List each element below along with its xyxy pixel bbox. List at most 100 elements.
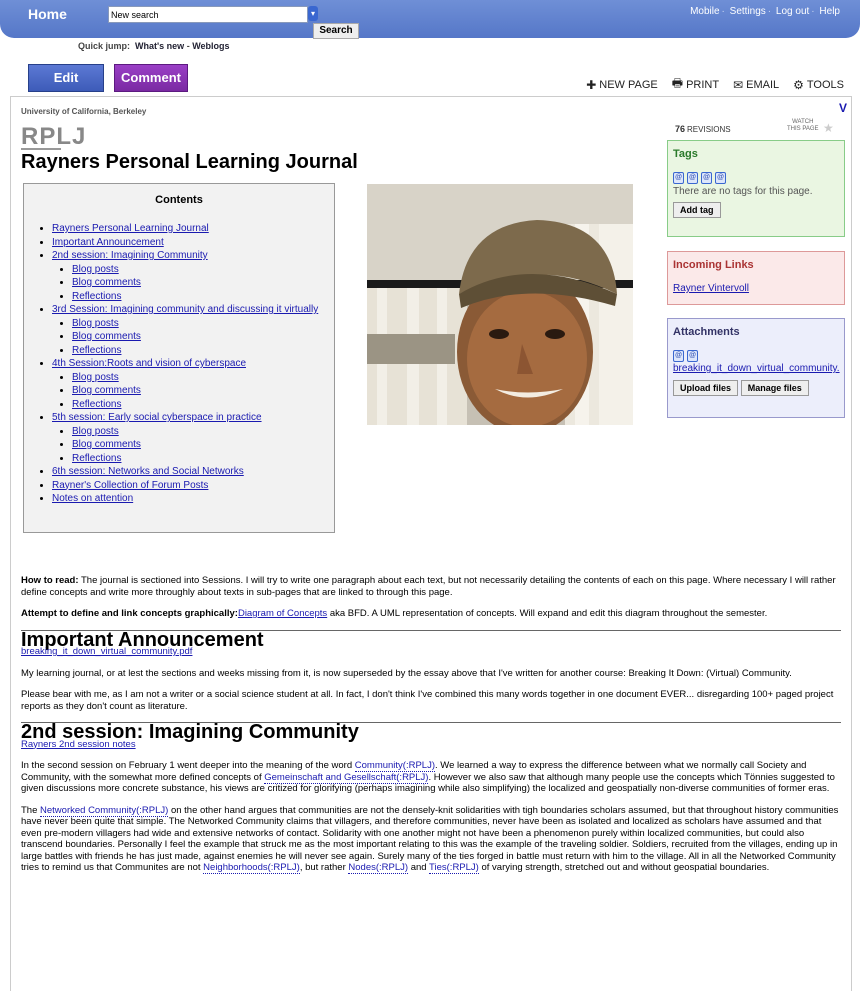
text-run: , but rather bbox=[299, 862, 349, 873]
session-2-notes-link[interactable]: Rayners 2nd session notes bbox=[21, 739, 136, 750]
edit-button[interactable]: Edit bbox=[28, 64, 104, 92]
print-label: PRINT bbox=[686, 78, 720, 91]
attachment-tool-icon[interactable]: @ bbox=[673, 350, 684, 362]
toc-sublink[interactable]: Blog comments bbox=[72, 439, 141, 450]
toc-item: Rayners Personal Learning Journal bbox=[52, 222, 334, 236]
toc-sublink[interactable]: Blog posts bbox=[72, 318, 119, 329]
community-link[interactable]: Community(:RPLJ) bbox=[354, 760, 436, 772]
region-name: University of California, Berkeley bbox=[21, 107, 147, 116]
watch-page[interactable]: WATCH THIS PAGE bbox=[787, 119, 819, 133]
user-links: Mobile · Settings · Log out · Help bbox=[690, 6, 840, 17]
toc-sublink[interactable]: Blog posts bbox=[72, 426, 119, 437]
toc-link[interactable]: Notes on attention bbox=[52, 493, 133, 504]
plus-icon: ✚ bbox=[586, 77, 597, 92]
toc-subitem: Blog posts bbox=[72, 371, 334, 385]
announcement-paragraph-1: My learning journal, or at lest the sect… bbox=[21, 667, 792, 679]
manage-files-button[interactable]: Manage files bbox=[740, 380, 809, 396]
toc-link[interactable]: Important Announcement bbox=[52, 237, 164, 248]
tag-tool-icon[interactable]: @ bbox=[673, 172, 684, 184]
watch-label-2: THIS PAGE bbox=[787, 126, 819, 132]
tags-box: Tags @ @ @ @ There are no tags for this pag… bbox=[667, 140, 845, 237]
text-run: and bbox=[408, 862, 430, 873]
home-link[interactable]: Home bbox=[28, 6, 67, 22]
toc-sublink[interactable]: Blog comments bbox=[72, 277, 141, 288]
tag-tool-icon[interactable]: @ bbox=[715, 172, 726, 184]
incoming-link[interactable]: Rayner Vintervoll bbox=[673, 283, 749, 294]
logout-link[interactable]: Log out bbox=[776, 6, 809, 17]
session-2-paragraph-1: In the second session on February 1 went… bbox=[21, 760, 841, 795]
toc-sublink[interactable]: Blog comments bbox=[72, 385, 141, 396]
incoming-links-title: Incoming Links bbox=[673, 259, 754, 271]
toc-link[interactable]: 5th session: Early social cyberspace in … bbox=[52, 412, 262, 423]
top-bar: Home ▾ Search Mobile· Settings· Log out·… bbox=[0, 0, 860, 39]
email-icon: ✉ bbox=[733, 77, 744, 92]
ties-link[interactable]: Ties(:RPLJ) bbox=[429, 862, 479, 874]
toc-sublink[interactable]: Reflections bbox=[72, 291, 121, 302]
search-button[interactable]: Search bbox=[313, 23, 359, 39]
tag-tool-icon[interactable]: @ bbox=[701, 172, 712, 184]
text-run: of varying strength, stretched out and w… bbox=[478, 862, 770, 873]
toc-sublink[interactable]: Blog posts bbox=[72, 372, 119, 383]
revision-number: 76 bbox=[675, 124, 686, 134]
diagram-link[interactable]: Diagram of Concepts bbox=[238, 608, 327, 619]
tools-action[interactable]: ⚙ TOOLS bbox=[793, 74, 844, 95]
photo-image bbox=[367, 184, 633, 425]
announcement-pdf-link[interactable]: breaking_it_down_virtual_community.pdf bbox=[21, 646, 192, 657]
upload-files-button[interactable]: Upload files bbox=[673, 380, 739, 396]
networked-community-link[interactable]: Networked Community(:RPLJ) bbox=[40, 804, 169, 817]
whats-new-link[interactable]: What's new bbox=[135, 41, 184, 51]
weblogs-link[interactable]: Weblogs bbox=[192, 41, 229, 51]
revision-label: REVISIONS bbox=[687, 125, 731, 134]
toc-sublist: Blog posts Blog comments Reflections bbox=[52, 263, 334, 304]
attachment-tool-icon[interactable]: @ bbox=[687, 350, 698, 362]
add-tag-button[interactable]: Add tag bbox=[673, 202, 721, 218]
print-action[interactable]: 🖶 PRINT bbox=[672, 74, 719, 95]
toc-subitem: Reflections bbox=[72, 344, 334, 358]
neighborhoods-link[interactable]: Neighborhoods(:RPLJ) bbox=[203, 862, 300, 874]
gear-icon: ⚙ bbox=[793, 77, 804, 92]
toc-sublink[interactable]: Reflections bbox=[72, 399, 121, 410]
toc-link[interactable]: 4th Session:Roots and vision of cyberspa… bbox=[52, 358, 246, 369]
search-input[interactable] bbox=[108, 6, 308, 23]
collapse-toggle[interactable]: V bbox=[839, 101, 847, 115]
nodes-link[interactable]: Nodes(:RPLJ) bbox=[348, 862, 409, 874]
settings-link[interactable]: Settings bbox=[730, 6, 766, 17]
toc-sublist: Blog posts Blog comments Reflections bbox=[52, 371, 334, 412]
announcement-heading: Important Announcement bbox=[21, 628, 264, 651]
attachments-box: Attachments @ @ breaking_it_down_virtual_… bbox=[667, 318, 845, 418]
toc-sublink[interactable]: Reflections bbox=[72, 453, 121, 464]
toc-link[interactable]: 2nd session: Imagining Community bbox=[52, 250, 208, 261]
star-icon[interactable]: ★ bbox=[823, 121, 834, 135]
toc-subitem: Blog comments bbox=[72, 384, 334, 398]
gemeinschaft-link[interactable]: Gemeinschaft and Gesellschaft(:RPLJ) bbox=[264, 771, 429, 784]
new-page-action[interactable]: ✚ NEW PAGE bbox=[586, 74, 658, 95]
help-link[interactable]: Help bbox=[819, 6, 840, 17]
how-to-read-text: The journal is sectioned into Sessions. … bbox=[21, 575, 836, 598]
search-scope-dropdown[interactable]: ▾ bbox=[308, 6, 318, 21]
toc-sublink[interactable]: Reflections bbox=[72, 345, 121, 356]
toc-subitem: Reflections bbox=[72, 290, 334, 304]
toc-link[interactable]: 3rd Session: Imagining community and dis… bbox=[52, 304, 318, 315]
tag-tool-icon[interactable]: @ bbox=[687, 172, 698, 184]
email-action[interactable]: ✉ EMAIL bbox=[733, 74, 779, 95]
toc-item: Rayner's Collection of Forum Posts bbox=[52, 479, 334, 493]
comment-button[interactable]: Comment bbox=[114, 64, 188, 92]
revision-count[interactable]: 76 REVISIONS bbox=[675, 124, 731, 134]
toc-item: 2nd session: Imagining Community Blog pos… bbox=[52, 249, 334, 303]
new-page-label: NEW PAGE bbox=[599, 78, 658, 91]
toc-link[interactable]: Rayner's Collection of Forum Posts bbox=[52, 480, 208, 491]
toc-item: Notes on attention bbox=[52, 492, 334, 506]
toc-sublink[interactable]: Blog comments bbox=[72, 331, 141, 342]
toc-link[interactable]: 6th session: Networks and Social Network… bbox=[52, 466, 244, 477]
toc-item: 3rd Session: Imagining community and dis… bbox=[52, 303, 334, 357]
mobile-link[interactable]: Mobile bbox=[690, 6, 719, 17]
toc-subitem: Blog posts bbox=[72, 425, 334, 439]
session-2-heading: 2nd session: Imagining Community bbox=[21, 721, 359, 743]
toc-subitem: Reflections bbox=[72, 398, 334, 412]
page-content: How to read: The journal is sectioned in… bbox=[21, 575, 841, 884]
how-to-read-label: How to read: bbox=[21, 575, 79, 586]
attachment-file-link[interactable]: breaking_it_down_virtual_community. bbox=[673, 363, 840, 374]
toc-sublink[interactable]: Blog posts bbox=[72, 264, 119, 275]
attachment-tools: @ @ bbox=[673, 350, 844, 362]
toc-link[interactable]: Rayners Personal Learning Journal bbox=[52, 223, 209, 234]
